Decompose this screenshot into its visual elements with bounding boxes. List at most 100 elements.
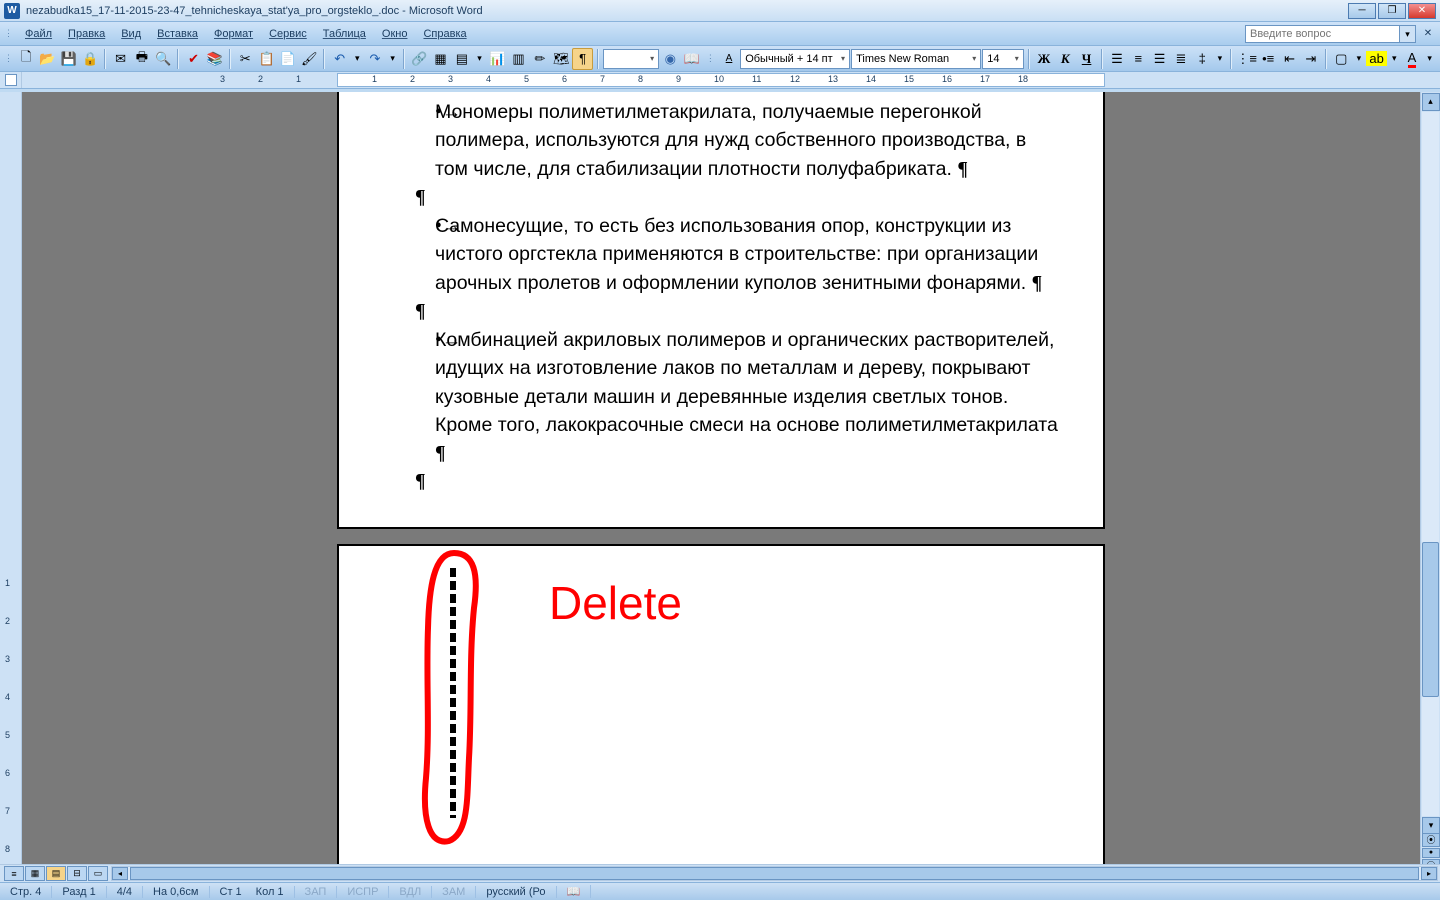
menu-edit[interactable]: Правка xyxy=(60,26,113,42)
ruler-tick: 16 xyxy=(942,74,952,84)
bullets-button[interactable]: •≡ xyxy=(1258,48,1278,70)
scroll-left-button[interactable]: ◂ xyxy=(112,867,128,880)
tables-borders-button[interactable]: ▦ xyxy=(430,48,450,70)
prev-page-button[interactable]: ⦿ xyxy=(1422,833,1440,847)
decrease-indent-button[interactable]: ⇤ xyxy=(1279,48,1299,70)
maximize-button[interactable]: ❐ xyxy=(1378,3,1406,19)
redo-button[interactable]: ↷ xyxy=(365,48,385,70)
minimize-button[interactable]: ─ xyxy=(1348,3,1376,19)
status-trk[interactable]: ИСПР xyxy=(337,886,389,898)
drawing-button[interactable]: ✏ xyxy=(530,48,550,70)
status-section[interactable]: Разд 1 xyxy=(52,886,106,898)
normal-view-button[interactable]: ≡ xyxy=(4,866,24,881)
ruler-vertical[interactable]: 12345678 xyxy=(0,92,22,874)
scroll-right-button[interactable]: ▸ xyxy=(1421,867,1437,880)
undo-button[interactable]: ↶ xyxy=(329,48,349,70)
status-line[interactable]: Ст 1 xyxy=(210,886,246,898)
line-spacing-button[interactable]: ‡ xyxy=(1192,48,1212,70)
status-at[interactable]: На 0,6см xyxy=(143,886,209,898)
reading-view-button[interactable]: ▭ xyxy=(88,866,108,881)
status-col[interactable]: Кол 1 xyxy=(246,886,295,898)
status-ovr[interactable]: ЗАМ xyxy=(432,886,476,898)
page-2[interactable]: Delete xyxy=(337,544,1105,874)
highlight-button[interactable]: ab xyxy=(1366,48,1386,70)
cut-button[interactable]: ✂ xyxy=(235,48,255,70)
align-right-button[interactable]: ☰ xyxy=(1149,48,1169,70)
format-painter-button[interactable]: 🖌 xyxy=(299,48,319,70)
status-sel[interactable]: ВДЛ xyxy=(389,886,432,898)
scroll-track[interactable] xyxy=(1422,112,1439,816)
increase-indent-button[interactable]: ⇥ xyxy=(1301,48,1321,70)
ruler-horizontal[interactable]: 321123456789101112131415161718 xyxy=(22,72,1440,88)
vertical-bar-object[interactable] xyxy=(450,568,456,818)
style-dd-button[interactable]: A xyxy=(719,48,739,70)
browse-object-button[interactable]: ● xyxy=(1422,848,1440,858)
open-button[interactable]: 📂 xyxy=(37,48,57,70)
paste-button[interactable]: 📄 xyxy=(278,48,298,70)
mail-button[interactable]: ✉ xyxy=(110,48,130,70)
research-button[interactable]: 📚 xyxy=(205,48,225,70)
bold-button[interactable]: Ж xyxy=(1034,48,1054,70)
style-combo[interactable]: Обычный + 14 пт▾ xyxy=(740,49,850,69)
justify-button[interactable]: ≣ xyxy=(1171,48,1191,70)
web-view-button[interactable]: ▦ xyxy=(25,866,45,881)
menu-window[interactable]: Окно xyxy=(374,26,416,42)
menu-help[interactable]: Справка xyxy=(415,26,474,42)
scroll-thumb[interactable] xyxy=(1422,542,1439,697)
font-color-dropdown[interactable]: ▾ xyxy=(1423,48,1436,70)
permission-button[interactable]: 🔒 xyxy=(80,48,100,70)
save-button[interactable]: 💾 xyxy=(59,48,79,70)
page-1[interactable]: •→ Мономеры полиметилметакрилата, получа… xyxy=(337,92,1105,529)
excel-button[interactable]: 📊 xyxy=(487,48,507,70)
insert-table-dropdown[interactable]: ▾ xyxy=(473,48,486,70)
menu-file[interactable]: Файл xyxy=(17,26,60,42)
spellcheck-button[interactable]: ✔ xyxy=(183,48,203,70)
question-input[interactable] xyxy=(1245,25,1400,43)
status-rec[interactable]: ЗАП xyxy=(295,886,338,898)
menu-view[interactable]: Вид xyxy=(113,26,149,42)
numbering-button[interactable]: ⋮≡ xyxy=(1236,48,1257,70)
borders-button[interactable]: ▢ xyxy=(1331,48,1351,70)
scrollbar-horizontal[interactable]: ◂ ▸ xyxy=(111,866,1438,881)
underline-button[interactable]: Ч xyxy=(1076,48,1096,70)
status-pages[interactable]: 4/4 xyxy=(107,886,143,898)
new-button[interactable]: 🗋 xyxy=(16,48,36,70)
doc-close-button[interactable]: ✕ xyxy=(1420,26,1436,42)
highlight-dropdown[interactable]: ▾ xyxy=(1388,48,1401,70)
insert-table-button[interactable]: ▤ xyxy=(452,48,472,70)
align-center-button[interactable]: ≡ xyxy=(1128,48,1148,70)
read-button[interactable]: 📖 xyxy=(682,48,702,70)
print-preview-button[interactable]: 🔍 xyxy=(153,48,173,70)
doc-map-button[interactable]: 🗺 xyxy=(551,48,571,70)
redo-dropdown[interactable]: ▾ xyxy=(386,48,399,70)
zoom-combo[interactable]: ▾ xyxy=(603,49,659,69)
size-combo[interactable]: 14▾ xyxy=(982,49,1023,69)
columns-button[interactable]: ▥ xyxy=(508,48,528,70)
line-spacing-dropdown[interactable]: ▾ xyxy=(1213,48,1226,70)
show-para-button[interactable]: ¶ xyxy=(572,48,593,70)
print-button[interactable]: 🖶 xyxy=(132,48,152,70)
status-page[interactable]: Стр. 4 xyxy=(0,886,52,898)
menu-insert[interactable]: Вставка xyxy=(149,26,206,42)
font-combo[interactable]: Times New Roman▾ xyxy=(851,49,981,69)
copy-button[interactable]: 📋 xyxy=(256,48,276,70)
menu-table[interactable]: Таблица xyxy=(315,26,374,42)
close-button[interactable]: ✕ xyxy=(1408,3,1436,19)
menu-format[interactable]: Формат xyxy=(206,26,261,42)
print-view-button[interactable]: ▤ xyxy=(46,866,66,881)
help-button[interactable]: ◉ xyxy=(660,48,680,70)
borders-dropdown[interactable]: ▾ xyxy=(1352,48,1365,70)
font-color-button[interactable]: A xyxy=(1402,48,1422,70)
status-book-icon[interactable]: 📖 xyxy=(557,885,592,898)
ruler-corner[interactable] xyxy=(0,72,22,88)
question-dropdown[interactable]: ▾ xyxy=(1400,25,1416,43)
hyperlink-button[interactable]: 🔗 xyxy=(409,48,429,70)
hscroll-thumb[interactable] xyxy=(130,867,1419,880)
outline-view-button[interactable]: ⊟ xyxy=(67,866,87,881)
scroll-up-button[interactable]: ▴ xyxy=(1422,93,1440,111)
status-lang[interactable]: русский (Ро xyxy=(476,886,556,898)
undo-dropdown[interactable]: ▾ xyxy=(351,48,364,70)
align-left-button[interactable]: ☰ xyxy=(1107,48,1127,70)
italic-button[interactable]: К xyxy=(1055,48,1075,70)
menu-service[interactable]: Сервис xyxy=(261,26,315,42)
